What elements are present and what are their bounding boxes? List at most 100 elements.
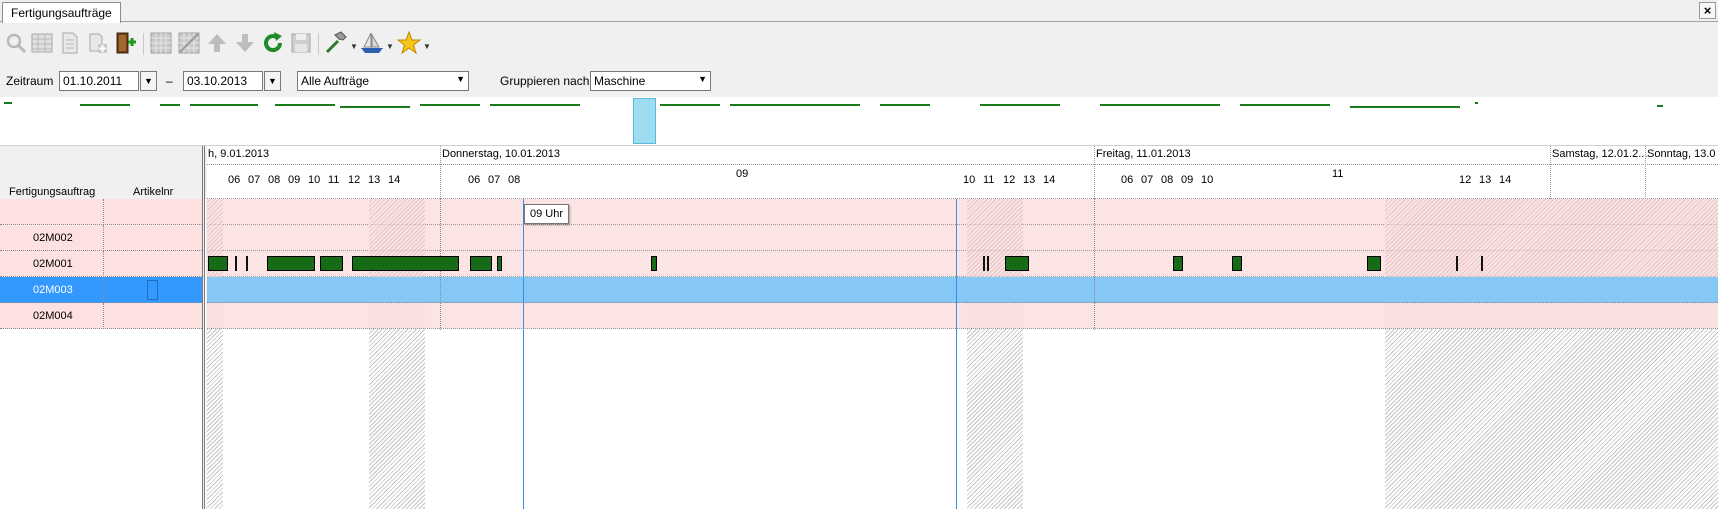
cell-auftrag: 02M004 (33, 310, 73, 322)
hour-label: 10 (963, 174, 976, 186)
auftraege-select[interactable]: Alle Aufträge ▼ (297, 71, 469, 91)
overview-mark (190, 104, 258, 106)
chevron-down-icon[interactable]: ▼ (423, 42, 431, 51)
hour-label: 12 (348, 174, 361, 186)
gantt-bar[interactable] (651, 256, 657, 271)
day-label: Sonntag, 13.0 (1647, 148, 1716, 160)
auftraege-select-value: Alle Aufträge (301, 74, 370, 88)
gantt-bar[interactable] (246, 256, 248, 271)
overview-mark (420, 104, 480, 106)
gantt-bar[interactable] (1367, 256, 1381, 271)
overview-mark (340, 106, 410, 108)
table-row[interactable]: 02M004 (0, 303, 202, 329)
gantt-bar[interactable] (1173, 256, 1183, 271)
hour-label: 09 (1181, 174, 1194, 186)
hour-label: 08 (268, 174, 281, 186)
hour-label: 11 (983, 174, 995, 186)
gantt-bar[interactable] (987, 256, 989, 271)
overview-mark (275, 104, 335, 106)
toolbar-separator (143, 33, 144, 55)
hour-label: 08 (508, 174, 521, 186)
gruppieren-select[interactable]: Maschine ▼ (590, 71, 711, 91)
refresh-icon[interactable] (261, 31, 285, 55)
table-row[interactable] (0, 199, 202, 225)
hour-label: 14 (1499, 174, 1512, 186)
chevron-down-icon: ▼ (698, 74, 707, 84)
overview-mark (980, 104, 1060, 106)
column-header-artikelnr[interactable]: Artikelnr (133, 186, 173, 198)
new-document-icon[interactable] (86, 31, 110, 55)
hour-label: 12 (1003, 174, 1016, 186)
date-from-dropdown[interactable]: ▼ (140, 71, 157, 91)
gantt-bar[interactable] (320, 256, 343, 271)
gantt-bar[interactable] (470, 256, 492, 271)
tab-fertigungsauftraege[interactable]: Fertigungsaufträge (2, 2, 121, 23)
arrow-up-icon[interactable] (205, 31, 229, 55)
gantt-bar[interactable] (235, 256, 237, 271)
overview-viewport-handle[interactable] (633, 98, 656, 144)
gantt-bar[interactable] (1005, 256, 1029, 271)
ship-icon[interactable] (360, 31, 384, 55)
overview-mark (1657, 105, 1663, 107)
hour-label: 13 (1479, 174, 1492, 186)
gantt-bar[interactable] (497, 256, 502, 271)
gantt-bar[interactable] (208, 256, 228, 271)
gantt-bar[interactable] (352, 256, 459, 271)
time-cursor-line (956, 199, 957, 509)
date-to-field[interactable]: 03.10.2013 (183, 71, 263, 91)
table-row-selected[interactable]: 02M003 (0, 277, 202, 303)
date-to-dropdown[interactable]: ▼ (264, 71, 281, 91)
chevron-down-icon: ▼ (144, 76, 153, 86)
table-row[interactable]: 02M002 (0, 225, 202, 251)
grid-icon[interactable] (149, 31, 173, 55)
column-header-fertigungsauftrag[interactable]: Fertigungsauftrag (9, 186, 95, 198)
arrow-down-icon[interactable] (233, 31, 257, 55)
table-icon[interactable] (30, 31, 54, 55)
hour-label-zoomed: 09 (736, 168, 749, 180)
hour-label: 06 (1121, 174, 1134, 186)
overview-mark (1350, 106, 1460, 108)
cell-auftrag: 02M002 (33, 232, 73, 244)
gantt-row-selected[interactable] (207, 277, 1718, 303)
day-label: Freitag, 11.01.2013 (1096, 148, 1191, 160)
timeline-overview[interactable] (0, 97, 1718, 146)
exit-door-icon[interactable] (114, 31, 138, 55)
star-icon[interactable] (397, 31, 421, 55)
chevron-down-icon[interactable]: ▼ (350, 42, 358, 51)
hour-label: 12 (1459, 174, 1472, 186)
filter-bar: Zeitraum 01.10.2011 ▼ – 03.10.2013 ▼ All… (0, 68, 1718, 92)
hammer-icon[interactable] (324, 31, 348, 55)
date-from-field[interactable]: 01.10.2011 (59, 71, 139, 91)
gantt-bar[interactable] (1232, 256, 1242, 271)
hour-label: 09 (288, 174, 301, 186)
cell-auftrag: 02M003 (33, 284, 73, 296)
hour-label: 07 (488, 174, 501, 186)
hour-label: 14 (388, 174, 401, 186)
grid-disabled-icon[interactable] (177, 31, 201, 55)
gantt-chart[interactable]: h, 9.01.2013 Donnerstag, 10.01.2013 Frei… (207, 146, 1718, 509)
toolbar: ▼ ▼ ▼ (0, 23, 1718, 63)
overview-mark (660, 104, 720, 106)
splitter[interactable] (202, 146, 205, 509)
overview-mark (80, 104, 130, 106)
date-range-dash: – (166, 74, 173, 88)
save-icon[interactable] (289, 31, 313, 55)
search-icon[interactable] (4, 31, 28, 55)
order-grid: Fertigungsauftrag Artikelnr 02M002 02M00… (0, 146, 206, 509)
gantt-bar[interactable] (983, 256, 985, 271)
gantt-row[interactable] (207, 303, 1718, 329)
document-icon[interactable] (58, 31, 82, 55)
close-icon[interactable]: × (1699, 2, 1716, 19)
overview-mark (490, 104, 580, 106)
hour-label: 08 (1161, 174, 1174, 186)
chevron-down-icon[interactable]: ▼ (386, 42, 394, 51)
table-row[interactable]: 02M001 (0, 251, 202, 277)
gantt-bar[interactable] (1456, 256, 1458, 271)
timeline-header (207, 146, 1718, 199)
hour-label: 13 (368, 174, 381, 186)
gantt-bar[interactable] (267, 256, 315, 271)
overview-mark (880, 104, 930, 106)
day-label: h, 9.01.2013 (208, 148, 270, 160)
gantt-bar[interactable] (1481, 256, 1483, 271)
day-label: Donnerstag, 10.01.2013 (442, 148, 561, 160)
